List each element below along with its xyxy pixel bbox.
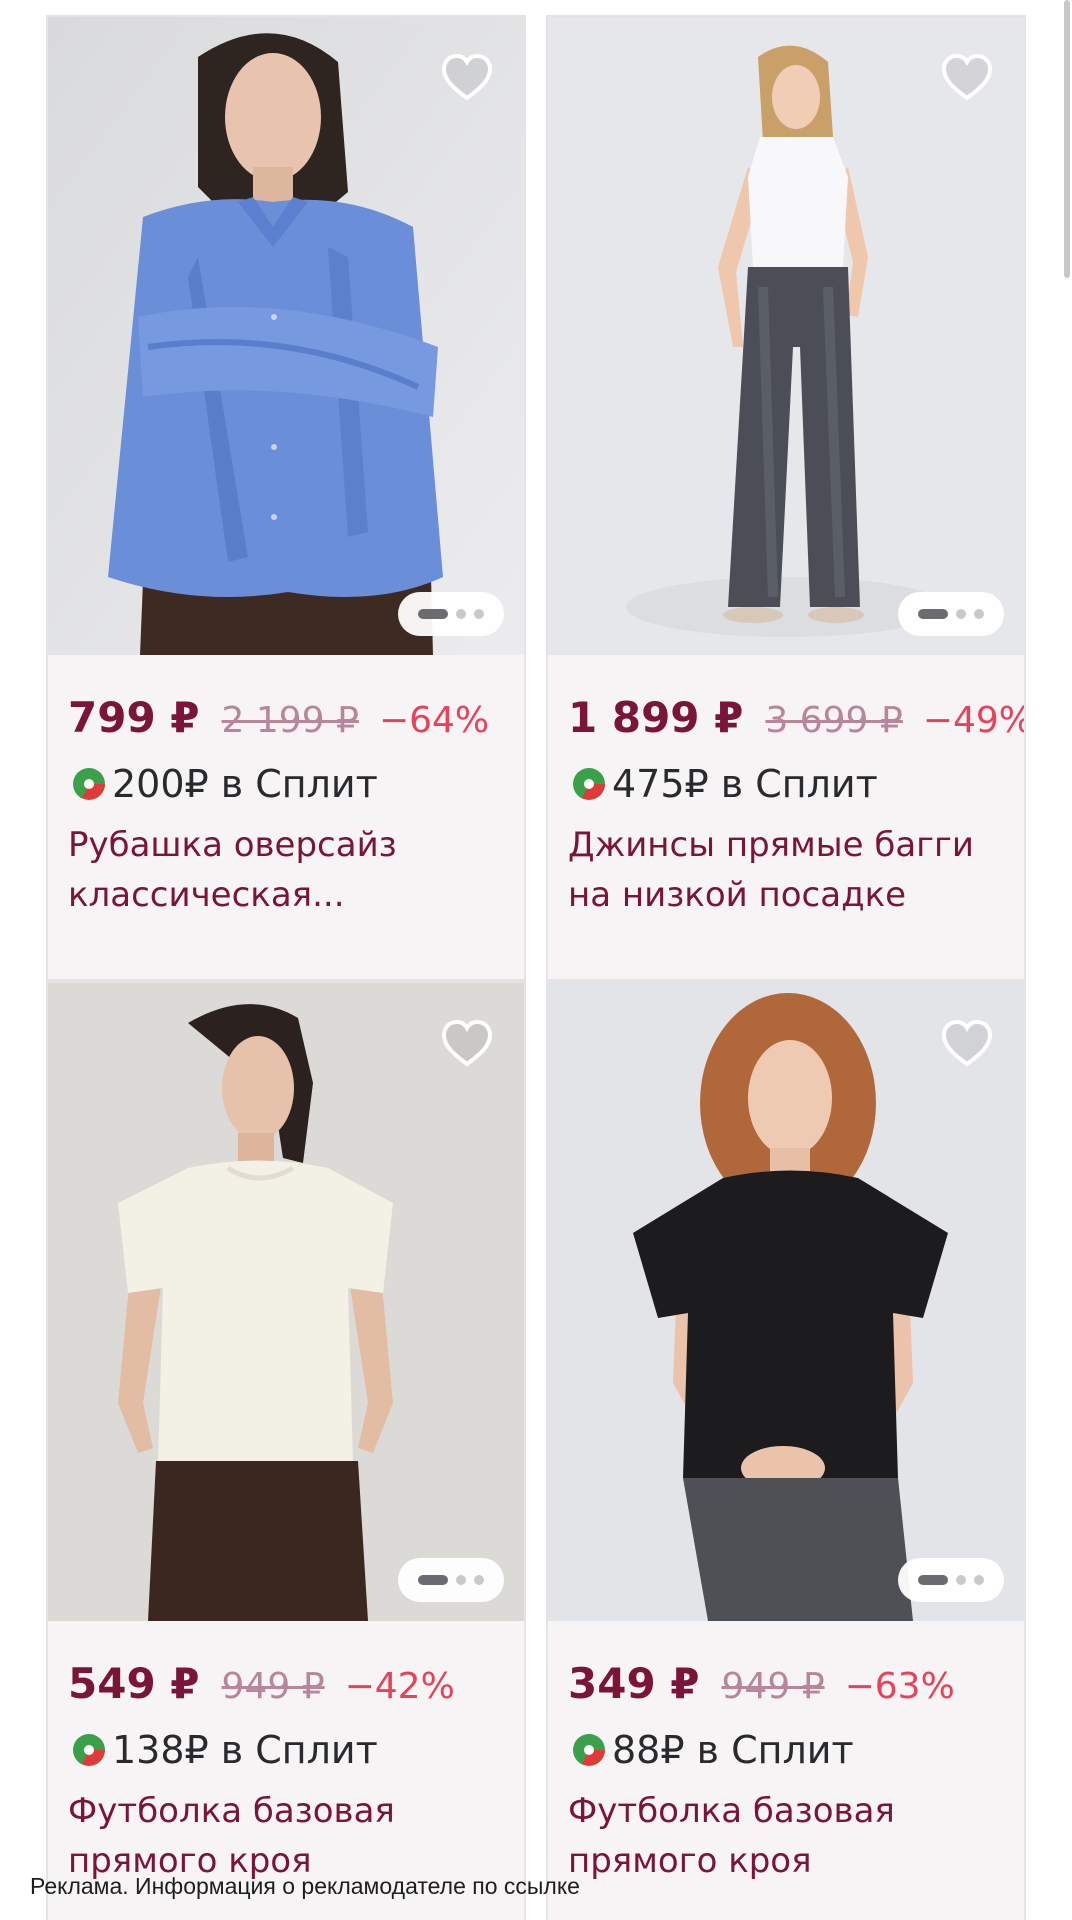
split-payment: 475₽ в Сплит: [568, 762, 1004, 806]
split-amount: 475₽ в Сплит: [612, 762, 878, 806]
carousel-dot: [456, 609, 466, 619]
carousel-dot-active: [418, 1575, 448, 1585]
split-payment: 88₽ в Сплит: [568, 1728, 1004, 1772]
carousel-dot: [974, 609, 984, 619]
product-photo[interactable]: [48, 983, 524, 1621]
product-title[interactable]: Рубашка оверсайз классическая...: [68, 820, 504, 920]
product-title[interactable]: Футболка базовая прямого кроя: [568, 1786, 1004, 1886]
product-card[interactable]: 799 ₽ 2 199 ₽ −64% 200₽ в Сплит Рубашка …: [46, 15, 526, 981]
product-card[interactable]: 549 ₽ 949 ₽ −42% 138₽ в Сплит Футболка б…: [46, 981, 526, 1920]
split-logo-icon: [573, 1734, 605, 1766]
scrollbar[interactable]: [1064, 0, 1070, 278]
carousel-dot-active: [418, 609, 448, 619]
product-info: 1 899 ₽ 3 699 ₽ −49% 475₽ в Сплит Джинсы…: [548, 655, 1024, 920]
product-card[interactable]: 1 899 ₽ 3 699 ₽ −49% 475₽ в Сплит Джинсы…: [546, 15, 1026, 981]
old-price: 2 199 ₽: [221, 700, 359, 741]
product-photo[interactable]: [548, 983, 1024, 1621]
split-payment: 138₽ в Сплит: [68, 1728, 504, 1772]
current-price: 549 ₽: [68, 1659, 200, 1708]
split-payment: 200₽ в Сплит: [68, 762, 504, 806]
photo-carousel-indicator: [898, 592, 1004, 636]
product-photo-jeans: [548, 17, 1024, 655]
old-price: 949 ₽: [221, 1666, 325, 1707]
heart-outline-icon[interactable]: [440, 51, 494, 105]
product-photo[interactable]: [548, 17, 1024, 655]
price-row: 549 ₽ 949 ₽ −42%: [68, 1659, 504, 1708]
price-row: 349 ₽ 949 ₽ −63%: [568, 1659, 1004, 1708]
product-info: 549 ₽ 949 ₽ −42% 138₽ в Сплит Футболка б…: [48, 1621, 524, 1886]
heart-outline-icon[interactable]: [940, 51, 994, 105]
product-title[interactable]: Футболка базовая прямого кроя: [68, 1786, 504, 1886]
product-photo-shirt: [48, 17, 524, 655]
carousel-dot: [456, 1575, 466, 1585]
product-feed: 799 ₽ 2 199 ₽ −64% 200₽ в Сплит Рубашка …: [0, 0, 1072, 1920]
product-card[interactable]: 349 ₽ 949 ₽ −63% 88₽ в Сплит Футболка ба…: [546, 981, 1026, 1920]
discount-badge: −42%: [344, 1666, 455, 1707]
split-logo-icon: [73, 768, 105, 800]
discount-badge: −64%: [378, 700, 490, 741]
carousel-dot: [956, 1575, 966, 1585]
split-amount: 88₽ в Сплит: [612, 1728, 854, 1772]
split-amount: 138₽ в Сплит: [112, 1728, 378, 1772]
discount-badge: −63%: [844, 1666, 955, 1707]
price-row: 1 899 ₽ 3 699 ₽ −49%: [568, 693, 1024, 742]
discount-badge: −49%: [922, 700, 1026, 741]
product-photo-black-tshirt: [548, 983, 1024, 1621]
product-title[interactable]: Джинсы прямые багги на низкой посадке: [568, 820, 1004, 920]
heart-outline-icon[interactable]: [440, 1017, 494, 1071]
ad-disclaimer[interactable]: Реклама. Информация о рекламодателе по с…: [30, 1873, 580, 1900]
current-price: 799 ₽: [68, 693, 200, 742]
price-row: 799 ₽ 2 199 ₽ −64%: [68, 693, 504, 742]
heart-outline-icon[interactable]: [940, 1017, 994, 1071]
split-logo-icon: [73, 1734, 105, 1766]
product-photo-white-tshirt: [48, 983, 524, 1621]
old-price: 949 ₽: [721, 1666, 825, 1707]
current-price: 349 ₽: [568, 1659, 700, 1708]
photo-carousel-indicator: [398, 592, 504, 636]
carousel-dot: [474, 609, 484, 619]
product-info: 799 ₽ 2 199 ₽ −64% 200₽ в Сплит Рубашка …: [48, 655, 524, 920]
carousel-dot-active: [918, 609, 948, 619]
split-logo-icon: [573, 768, 605, 800]
photo-carousel-indicator: [898, 1558, 1004, 1602]
carousel-dot: [474, 1575, 484, 1585]
photo-carousel-indicator: [398, 1558, 504, 1602]
carousel-dot-active: [918, 1575, 948, 1585]
carousel-dot: [974, 1575, 984, 1585]
product-photo[interactable]: [48, 17, 524, 655]
old-price: 3 699 ₽: [765, 700, 903, 741]
current-price: 1 899 ₽: [568, 693, 744, 742]
split-amount: 200₽ в Сплит: [112, 762, 378, 806]
carousel-dot: [956, 609, 966, 619]
product-info: 349 ₽ 949 ₽ −63% 88₽ в Сплит Футболка ба…: [548, 1621, 1024, 1886]
